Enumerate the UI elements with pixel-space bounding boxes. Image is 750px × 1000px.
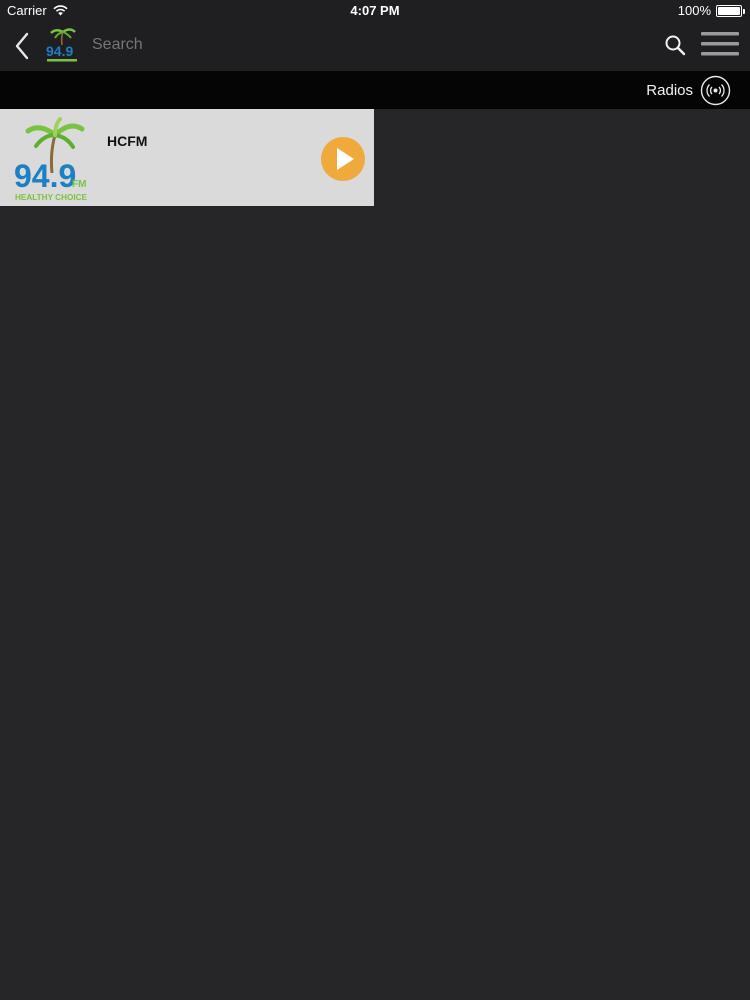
station-logo-icon: 94.9: [46, 28, 77, 62]
status-bar: Carrier 4:07 PM 100%: [0, 0, 750, 22]
status-time: 4:07 PM: [350, 3, 400, 18]
hamburger-menu-icon[interactable]: [700, 31, 740, 57]
play-icon[interactable]: [320, 136, 366, 182]
battery-icon: [716, 4, 745, 17]
station-logo-suffix: FM: [72, 179, 86, 190]
radios-label: Radios: [646, 82, 693, 99]
battery-percent: 100%: [677, 3, 711, 18]
station-logo-icon: 94.9 FM HEALTHY CHOICE: [14, 117, 88, 202]
station-card[interactable]: 94.9 FM HEALTHY CHOICE HCFM: [0, 109, 374, 206]
status-right: 100%: [677, 3, 745, 18]
search-icon[interactable]: [664, 34, 686, 56]
station-logo-number: 94.9: [14, 158, 76, 194]
app-screen: Carrier 4:07 PM 100% 94.9 Search Radios …: [0, 0, 750, 1000]
search-input[interactable]: [92, 30, 642, 60]
station-logo-tagline: HEALTHY CHOICE: [15, 193, 88, 202]
radio-broadcast-icon[interactable]: [700, 75, 731, 106]
sub-header: Radios: [0, 71, 750, 109]
battery-fill: [718, 6, 740, 15]
station-name: HCFM: [107, 133, 148, 149]
nav-bar: 94.9: [0, 22, 750, 71]
chevron-left-icon[interactable]: [10, 30, 36, 62]
svg-text:94.9: 94.9: [46, 43, 73, 59]
